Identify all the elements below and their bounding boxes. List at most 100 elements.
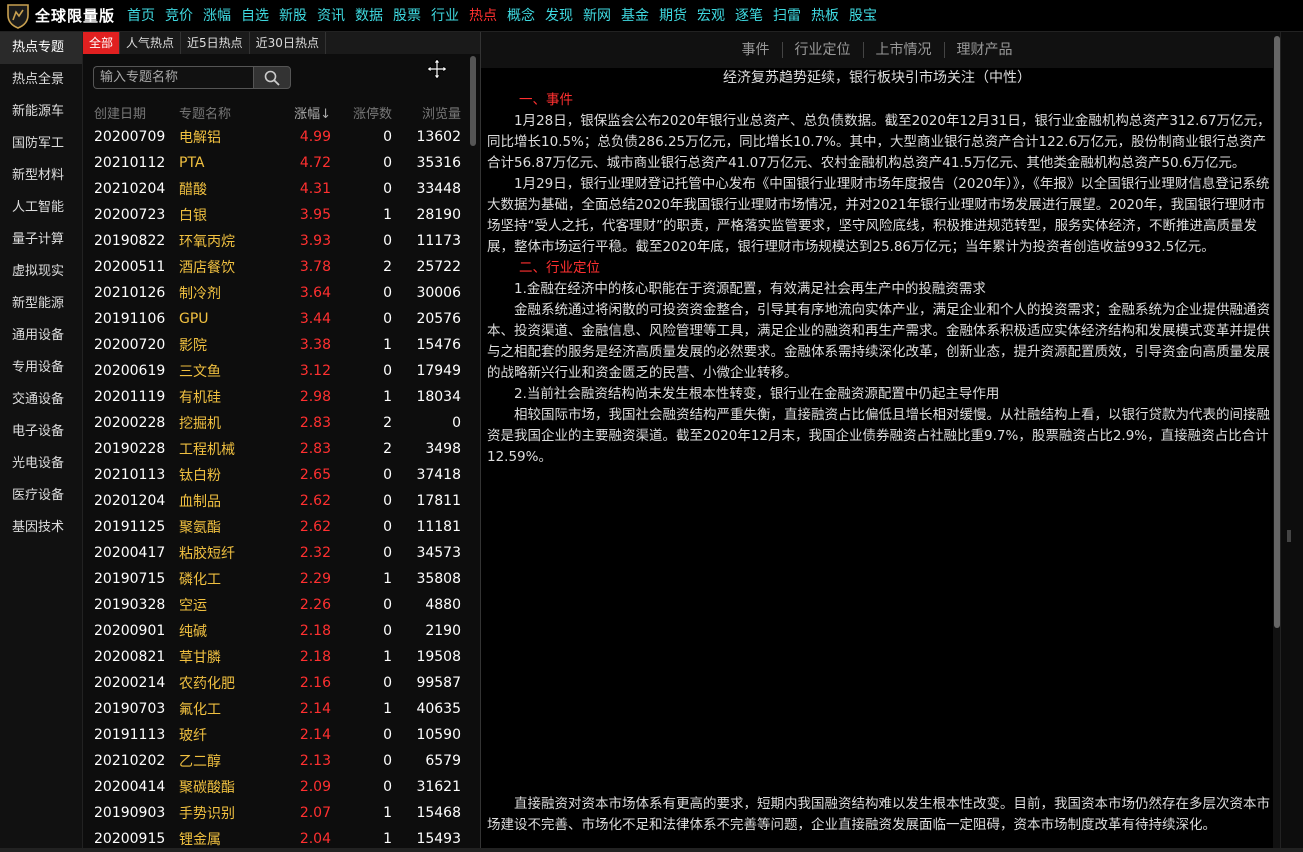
sidebar-item[interactable]: 虚拟现实 [0, 256, 82, 288]
table-row[interactable]: 20190903 手势识别 2.07 1 15468 [83, 800, 473, 826]
cell-views: 11181 [416, 519, 461, 535]
cell-name: 粘胶短纤 [179, 546, 235, 562]
table-row[interactable]: 20191125 聚氨酯 2.62 0 11181 [83, 514, 473, 540]
nav-item[interactable]: 资讯 [312, 0, 350, 32]
table-row[interactable]: 20200901 纯碱 2.18 0 2190 [83, 618, 473, 644]
table-row[interactable]: 20210204 醋酸 4.31 0 33448 [83, 176, 473, 202]
nav-item[interactable]: 期货 [654, 0, 692, 32]
table-row[interactable]: 20201119 有机硅 2.98 1 18034 [83, 384, 473, 410]
nav-item[interactable]: 首页 [122, 0, 160, 32]
cell-limit-up: 2 [383, 415, 392, 431]
table-row[interactable]: 20191113 玻纤 2.14 0 10590 [83, 722, 473, 748]
cell-name: 环氧丙烷 [179, 234, 235, 250]
nav-item[interactable]: 股票 [388, 0, 426, 32]
table-row[interactable]: 20210112 PTA 4.72 0 35316 [83, 150, 473, 176]
sidebar-item[interactable]: 医疗设备 [0, 480, 82, 512]
cell-limit-up: 2 [383, 259, 392, 275]
nav-item[interactable]: 自选 [236, 0, 274, 32]
nav-item[interactable]: 数据 [350, 0, 388, 32]
header-limit-up[interactable]: 涨停数 [331, 103, 392, 122]
cell-name: 制冷剂 [179, 286, 221, 302]
topic-detail-panel: 事件 行业定位 上市情况 理财产品 经济复苏趋势延续，银行板块引市场关注（中性） 一、… [480, 32, 1281, 848]
cell-views: 15493 [416, 831, 461, 847]
cell-views: 15468 [416, 805, 461, 821]
table-row[interactable]: 20200417 粘胶短纤 2.32 0 34573 [83, 540, 473, 566]
topic-search-input[interactable] [93, 66, 253, 89]
table-row[interactable]: 20200709 电解铝 4.99 0 13602 [83, 124, 473, 150]
detail-tab[interactable]: 理财产品 [945, 42, 1025, 58]
table-row[interactable]: 20210113 钛白粉 2.65 0 37418 [83, 462, 473, 488]
table-row[interactable]: 20191106 GPU 3.44 0 20576 [83, 306, 473, 332]
header-name[interactable]: 专题名称 [173, 103, 283, 122]
header-change[interactable]: 涨幅↓ [283, 103, 331, 122]
header-date[interactable]: 创建日期 [83, 103, 173, 122]
cell-name: 磷化工 [179, 572, 221, 588]
nav-item[interactable]: 股宝 [844, 0, 882, 32]
sidebar-item[interactable]: 电子设备 [0, 416, 82, 448]
table-row[interactable]: 20190703 氟化工 2.14 1 40635 [83, 696, 473, 722]
edge-handle[interactable] [1287, 530, 1291, 542]
table-row[interactable]: 20200414 聚碳酸酯 2.09 0 31621 [83, 774, 473, 800]
detail-tab[interactable]: 事件 [730, 42, 783, 58]
table-row[interactable]: 20201204 血制品 2.62 0 17811 [83, 488, 473, 514]
section-heading: 二、行业定位 [519, 260, 600, 276]
table-row[interactable]: 20200511 酒店餐饮 3.78 2 25722 [83, 254, 473, 280]
table-row[interactable]: 20200720 影院 3.38 1 15476 [83, 332, 473, 358]
table-row[interactable]: 20190822 环氧丙烷 3.93 0 11173 [83, 228, 473, 254]
table-row[interactable]: 20190328 空运 2.26 0 4880 [83, 592, 473, 618]
table-row[interactable]: 20190715 磷化工 2.29 1 35808 [83, 566, 473, 592]
table-row[interactable]: 20200214 农药化肥 2.16 0 99587 [83, 670, 473, 696]
nav-item[interactable]: 竞价 [160, 0, 198, 32]
nav-item[interactable]: 新股 [274, 0, 312, 32]
sidebar-item[interactable]: 人工智能 [0, 192, 82, 224]
search-button[interactable] [253, 66, 291, 89]
nav-item[interactable]: 行业 [426, 0, 464, 32]
sidebar-item[interactable]: 量子计算 [0, 224, 82, 256]
nav-item[interactable]: 基金 [616, 0, 654, 32]
sidebar-item[interactable]: 新能源车 [0, 96, 82, 128]
sidebar-item[interactable]: 专用设备 [0, 352, 82, 384]
table-row[interactable]: 20190228 工程机械 2.83 2 3498 [83, 436, 473, 462]
sidebar-item[interactable]: 热点全景 [0, 64, 82, 96]
detail-tab[interactable]: 行业定位 [783, 42, 864, 58]
sidebar-item[interactable]: 国防军工 [0, 128, 82, 160]
cell-name: 聚碳酸酯 [179, 780, 235, 796]
nav-item[interactable]: 扫雷 [768, 0, 806, 32]
sidebar-item[interactable]: 通用设备 [0, 320, 82, 352]
sidebar-item[interactable]: 新型材料 [0, 160, 82, 192]
table-row[interactable]: 20200821 草甘膦 2.18 1 19508 [83, 644, 473, 670]
sidebar-item[interactable]: 热点专题 [0, 32, 82, 64]
header-views[interactable]: 浏览量 [392, 103, 461, 122]
filter-tab[interactable]: 近5日热点 [181, 32, 250, 54]
nav-item[interactable]: 概念 [502, 0, 540, 32]
table-row[interactable]: 20200228 挖掘机 2.83 2 0 [83, 410, 473, 436]
sidebar-item[interactable]: 光电设备 [0, 448, 82, 480]
cell-change: 3.38 [299, 337, 331, 353]
nav-item[interactable]: 逐笔 [730, 0, 768, 32]
nav-item[interactable]: 涨幅 [198, 0, 236, 32]
cell-date: 20201119 [94, 389, 166, 405]
detail-tab[interactable]: 上市情况 [864, 42, 945, 58]
sidebar-item[interactable]: 交通设备 [0, 384, 82, 416]
nav-item[interactable]: 宏观 [692, 0, 730, 32]
sidebar-item[interactable]: 基因技术 [0, 512, 82, 544]
topic-list-scrollbar[interactable] [469, 54, 477, 852]
table-row[interactable]: 20210126 制冷剂 3.64 0 30006 [83, 280, 473, 306]
nav-item[interactable]: 新网 [578, 0, 616, 32]
cell-name: 乙二醇 [179, 754, 221, 770]
sidebar-item[interactable]: 新型能源 [0, 288, 82, 320]
cell-date: 20200511 [94, 259, 166, 275]
nav-item[interactable]: 发现 [540, 0, 578, 32]
cell-date: 20210126 [94, 285, 166, 301]
table-row[interactable]: 20200723 白银 3.95 1 28190 [83, 202, 473, 228]
nav-item[interactable]: 热板 [806, 0, 844, 32]
filter-tab[interactable]: 近30日热点 [250, 32, 326, 54]
filter-tab[interactable]: 人气热点 [120, 32, 182, 54]
cell-limit-up: 0 [383, 129, 392, 145]
table-row[interactable]: 20210202 乙二醇 2.13 0 6579 [83, 748, 473, 774]
filter-tab[interactable]: 全部 [83, 32, 121, 54]
nav-item[interactable]: 热点 [464, 0, 502, 32]
topic-list-scroll-thumb[interactable] [470, 56, 476, 146]
cell-views: 40635 [416, 701, 461, 717]
table-row[interactable]: 20200619 三文鱼 3.12 0 17949 [83, 358, 473, 384]
